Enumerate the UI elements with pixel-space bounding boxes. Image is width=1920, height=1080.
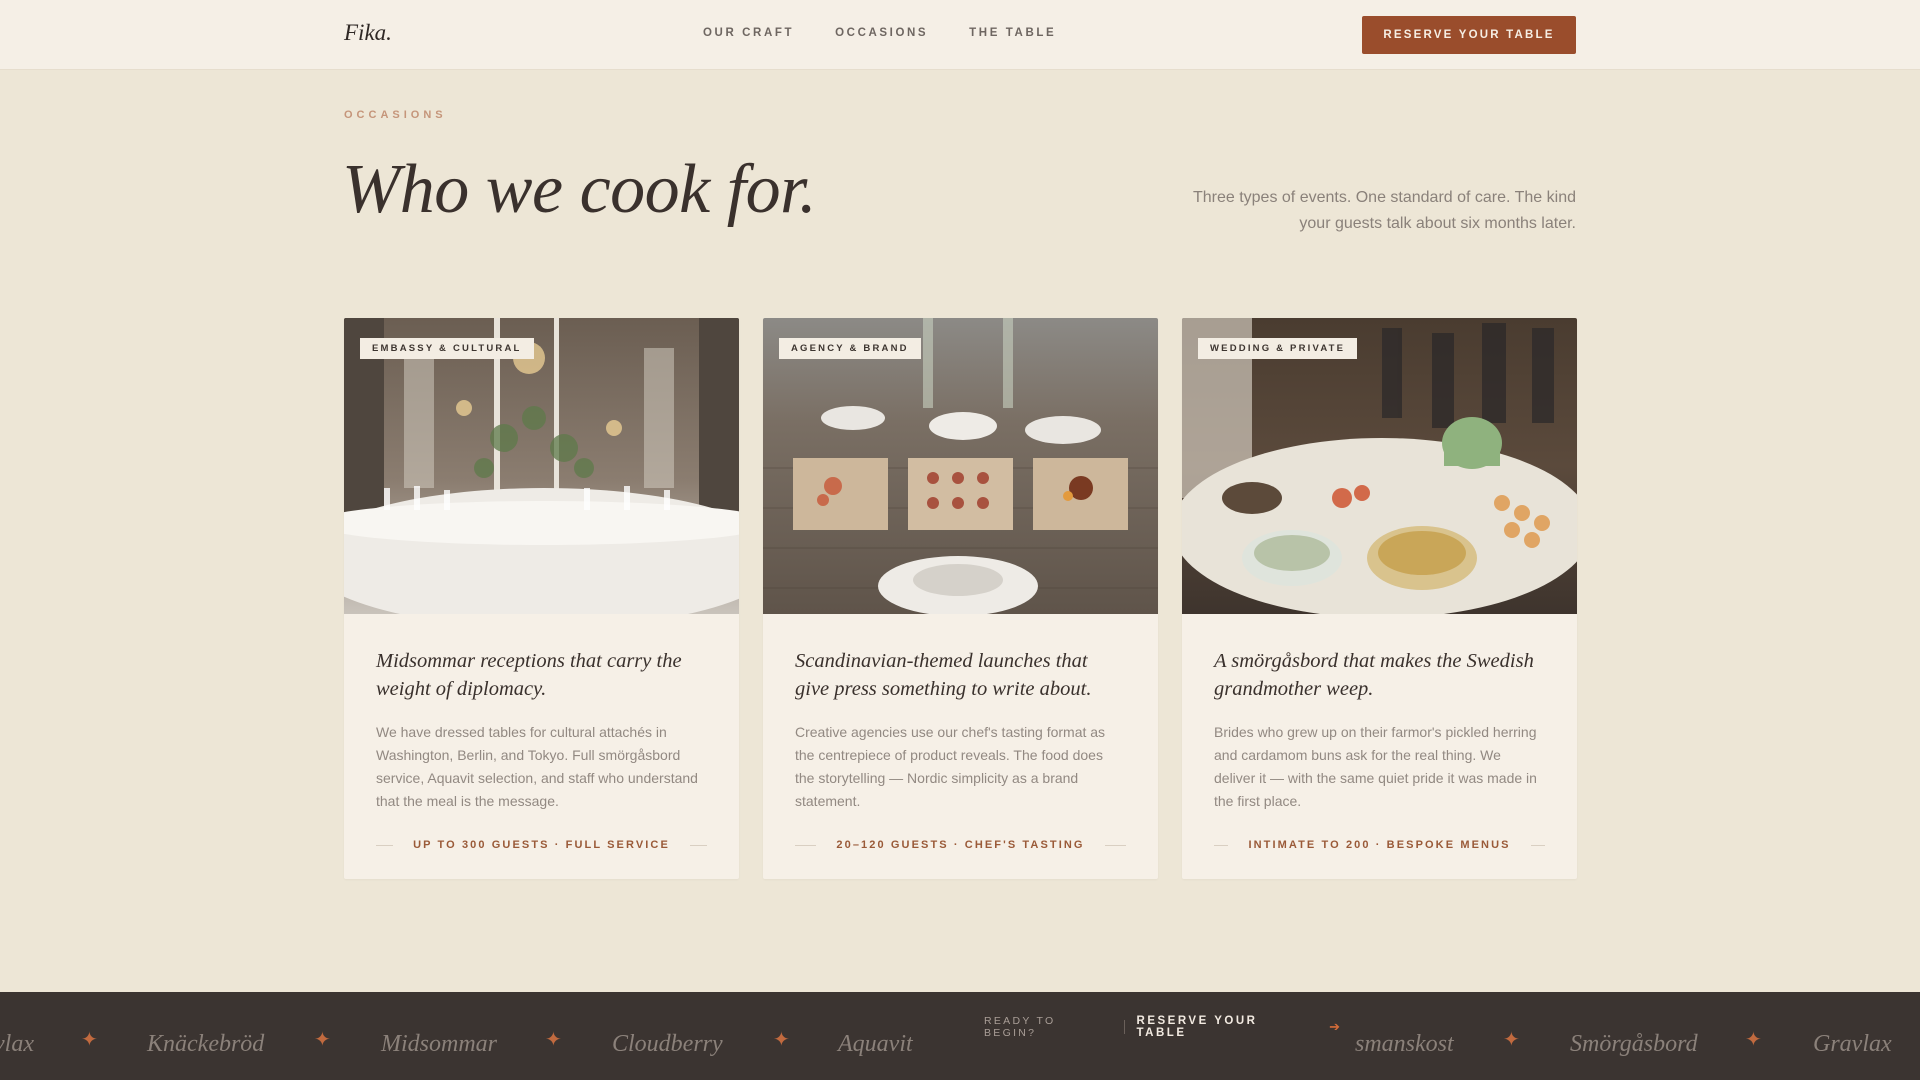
tasting-table-photo: AGENCY & BRAND (763, 318, 1158, 614)
card-title: Midsommar receptions that carry the weig… (376, 650, 682, 700)
divider (795, 844, 817, 846)
card-meta: INTIMATE TO 200 · BESPOKE MENUS (1214, 839, 1545, 851)
divider (1123, 1020, 1125, 1034)
divider (1104, 844, 1126, 846)
nav-link-our-craft[interactable]: OUR CRAFT (703, 27, 794, 39)
nav-link-the-table[interactable]: THE TABLE (969, 27, 1056, 39)
reserve-table-link[interactable]: RESERVE YOUR TABLE (1137, 1015, 1312, 1039)
marquee-word: Knäckebröd (147, 1031, 265, 1057)
marquee-word: Aquavit (838, 1031, 913, 1057)
card-title: A smörgåsbord that makes the Swedish gra… (1214, 650, 1534, 700)
divider (376, 844, 394, 846)
top-nav: Fika. OUR CRAFT OCCASIONS THE TABLE RESE… (0, 0, 1920, 70)
star-icon: ✦ (545, 1029, 562, 1051)
star-icon: ✦ (314, 1029, 331, 1051)
card-tag: EMBASSY & CULTURAL (360, 338, 534, 359)
cta-label: READY TO BEGIN? (984, 1015, 1056, 1039)
reserve-table-button[interactable]: RESERVE YOUR TABLE (1362, 16, 1576, 54)
nav-links: OUR CRAFT OCCASIONS THE TABLE (703, 27, 1056, 39)
card-meta-text: 20–120 GUESTS · CHEF'S TASTING (836, 839, 1085, 851)
card-description: We have dressed tables for cultural atta… (376, 724, 698, 809)
buffet-spread-photo: WEDDING & PRIVATE (1182, 318, 1577, 614)
star-icon: ✦ (1503, 1029, 1520, 1051)
page-title: Who we cook for. (342, 151, 817, 228)
marquee-word: Smörgåsbord (1570, 1031, 1698, 1057)
card-description: Creative agencies use our chef's tasting… (795, 724, 1106, 809)
occasion-card-embassy[interactable]: EMBASSY & CULTURAL Midsommar receptions … (344, 318, 739, 879)
divider (1530, 844, 1545, 846)
card-tag: WEDDING & PRIVATE (1198, 338, 1358, 359)
card-meta: UP TO 300 GUESTS · FULL SERVICE (376, 839, 707, 851)
star-icon: ✦ (773, 1029, 790, 1051)
logo[interactable]: Fika. (344, 20, 392, 46)
section-eyebrow: OCCASIONS (344, 109, 447, 121)
marquee-word: vlax (0, 1031, 34, 1057)
banquet-hall-photo: EMBASSY & CULTURAL (344, 318, 739, 614)
marquee-band: vlax ✦ Knäckebröd ✦ Midsommar ✦ Cloudber… (0, 992, 1920, 1080)
card-title: Scandinavian-themed launches that give p… (795, 650, 1092, 700)
card-meta-text: UP TO 300 GUESTS · FULL SERVICE (413, 839, 670, 851)
card-meta-text: INTIMATE TO 200 · BESPOKE MENUS (1248, 839, 1511, 851)
occasion-card-wedding[interactable]: WEDDING & PRIVATE A smörgåsbord that mak… (1182, 318, 1577, 879)
marquee-word: Midsommar (381, 1031, 498, 1057)
star-icon: ✦ (81, 1029, 98, 1051)
divider (1214, 844, 1229, 846)
marquee-word: Gravlax (1813, 1031, 1892, 1057)
marquee-word: Cloudberry (612, 1031, 723, 1057)
star-icon: ✦ (1745, 1029, 1762, 1051)
nav-link-occasions[interactable]: OCCASIONS (835, 27, 928, 39)
arrow-right-icon[interactable]: ➔ (1329, 1019, 1340, 1035)
card-tag: AGENCY & BRAND (779, 338, 921, 359)
reserve-cta-bar: READY TO BEGIN? RESERVE YOUR TABLE ➔ (960, 992, 1340, 1062)
card-description: Brides who grew up on their farmor's pic… (1214, 724, 1537, 809)
occasion-card-agency[interactable]: AGENCY & BRAND Scandinavian-themed launc… (763, 318, 1158, 879)
intro-text: Three types of events. One standard of c… (1192, 189, 1576, 232)
occasion-cards: EMBASSY & CULTURAL Midsommar receptions … (344, 318, 1577, 879)
marquee-word: smanskost (1355, 1031, 1454, 1057)
divider (689, 844, 707, 846)
card-meta: 20–120 GUESTS · CHEF'S TASTING (795, 839, 1126, 851)
